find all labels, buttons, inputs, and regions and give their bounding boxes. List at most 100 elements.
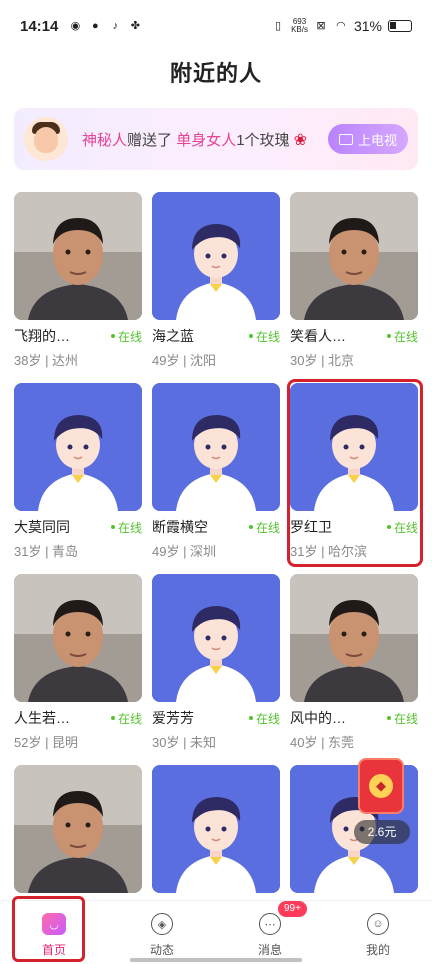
- person-name: 大莫同同: [14, 519, 70, 535]
- profile-icon: ☺: [367, 913, 389, 935]
- person-age-city: 31岁 | 哈尔滨: [290, 544, 368, 559]
- online-status: 在线: [387, 710, 418, 727]
- online-status: 在线: [387, 519, 418, 536]
- online-status: 在线: [249, 710, 280, 727]
- person-photo: [290, 192, 418, 320]
- tv-icon: [338, 133, 353, 145]
- gift-message: 神秘人赠送了 单身女人1个玫瑰 ❀: [82, 129, 307, 150]
- default-avatar: [290, 383, 418, 511]
- person-age-city: 49岁 | 深圳: [152, 544, 217, 559]
- compass-icon: ◈: [151, 913, 173, 935]
- nav-feed[interactable]: ◈ 动态: [108, 901, 216, 964]
- on-tv-button[interactable]: 上电视: [328, 124, 408, 154]
- rose-icon: ❀: [293, 131, 307, 149]
- default-avatar: [152, 383, 280, 511]
- person-card[interactable]: 飞翔的… 在线 38岁 | 达州: [14, 192, 142, 368]
- net-speed-unit: KB/s: [291, 25, 308, 34]
- person-name-row: 飞翔的… 在线: [14, 326, 142, 346]
- weibo-icon: ◉: [70, 19, 81, 32]
- nav-messages[interactable]: ⋯ 99+ 消息: [216, 901, 324, 964]
- person-age-city: 38岁 | 达州: [14, 353, 79, 368]
- online-status: 在线: [249, 519, 280, 536]
- default-avatar-illustration: [14, 383, 142, 511]
- user-photo: [14, 192, 142, 320]
- gift-item: 1个玫瑰: [236, 131, 290, 149]
- person-photo: [14, 574, 142, 702]
- chat-icon: ⋯: [259, 913, 281, 935]
- person-name: 人生若…: [14, 710, 70, 726]
- default-avatar: [14, 383, 142, 511]
- person-photo: [290, 574, 418, 702]
- person-card[interactable]: 人生若… 在线 52岁 | 昆明: [14, 574, 142, 750]
- person-name-row: 人生若… 在线: [14, 708, 142, 728]
- user-photo: [14, 765, 142, 893]
- home-indicator: [130, 958, 302, 962]
- person-name-row: 断霞横空 在线: [152, 517, 280, 537]
- user-photo: [290, 192, 418, 320]
- nav-home-label: 首页: [41, 943, 66, 957]
- person-name: 风中的…: [290, 710, 346, 726]
- person-name: 断霞横空: [152, 519, 208, 535]
- gift-verb: 赠送了: [127, 131, 173, 149]
- home-icon: ◡: [42, 913, 66, 935]
- default-avatar-illustration: [152, 192, 280, 320]
- nav-me-label: 我的: [365, 943, 390, 957]
- red-packet-icon: ◆: [369, 774, 393, 798]
- gift-sender: 神秘人: [82, 131, 128, 149]
- person-card[interactable]: 罗红卫 在线 31岁 | 哈尔滨: [287, 379, 423, 567]
- person-age-city: 49岁 | 沈阳: [152, 353, 217, 368]
- nav-messages-label: 消息: [257, 943, 282, 957]
- default-avatar-illustration: [290, 383, 418, 511]
- bottom-nav: ◡ 首页 ◈ 动态 ⋯ 99+ 消息 ☺ 我的: [0, 900, 432, 964]
- gift-banner[interactable]: 神秘人赠送了 单身女人1个玫瑰 ❀ 上电视: [14, 108, 418, 170]
- default-avatar: [152, 765, 280, 893]
- person-age-city: 30岁 | 北京: [290, 353, 355, 368]
- reward-amount[interactable]: 2.6元: [354, 820, 410, 844]
- default-avatar: [152, 192, 280, 320]
- default-avatar: [152, 574, 280, 702]
- user-photo: [14, 574, 142, 702]
- person-card[interactable]: 笑看人… 在线 30岁 | 北京: [290, 192, 418, 368]
- default-avatar-illustration: [152, 765, 280, 893]
- gift-receiver: 单身女人: [176, 131, 237, 149]
- online-status: 在线: [111, 328, 142, 345]
- page-title: 附近的人: [169, 61, 262, 86]
- person-name-row: 风中的… 在线: [290, 708, 418, 728]
- status-time: 14:14: [20, 17, 59, 35]
- person-name-row: 罗红卫 在线: [290, 517, 418, 537]
- person-photo: [14, 765, 142, 893]
- net-speed: 693 KB/s: [291, 18, 308, 34]
- battery-percent: 31%: [353, 18, 382, 34]
- user-photo: [290, 574, 418, 702]
- status-left: 14:14 ◉ ● ♪ ✤: [20, 18, 142, 35]
- person-name-row: 笑看人… 在线: [290, 326, 418, 346]
- person-age-city: 30岁 | 未知: [152, 735, 217, 750]
- person-card[interactable]: 风中的… 在线 40岁 | 东莞: [290, 574, 418, 750]
- mystery-user-avatar: [24, 117, 68, 161]
- person-card[interactable]: 大莫同同 在线 31岁 | 青岛: [14, 383, 142, 559]
- tiktok-icon: ♪: [112, 19, 119, 32]
- default-avatar-illustration: [152, 574, 280, 702]
- person-age-city: 31岁 | 青岛: [14, 544, 79, 559]
- person-name-row: 爱芳芳 在线: [152, 708, 280, 728]
- person-name: 罗红卫: [290, 519, 332, 535]
- status-bar: 14:14 ◉ ● ♪ ✤ ▯ 693 KB/s ⊠ ◠ 31%: [0, 0, 432, 52]
- online-status: 在线: [249, 328, 280, 345]
- person-card[interactable]: 断霞横空 在线 49岁 | 深圳: [152, 383, 280, 559]
- bulb-icon: ●: [92, 19, 99, 32]
- nav-feed-label: 动态: [149, 943, 174, 957]
- no-sim-icon: ⊠: [316, 19, 326, 32]
- red-packet-button[interactable]: ◆: [358, 758, 404, 814]
- unread-badge: 99+: [278, 901, 307, 917]
- nav-me[interactable]: ☺ 我的: [324, 901, 432, 964]
- default-avatar-illustration: [152, 383, 280, 511]
- person-name-row: 海之蓝 在线: [152, 326, 280, 346]
- person-age-city: 52岁 | 昆明: [14, 735, 79, 750]
- wifi-icon: ◠: [336, 19, 346, 32]
- online-status: 在线: [111, 710, 142, 727]
- person-card[interactable]: 海之蓝 在线 49岁 | 沈阳: [152, 192, 280, 368]
- person-name: 海之蓝: [152, 328, 194, 344]
- nav-home[interactable]: ◡ 首页: [0, 901, 108, 964]
- person-name: 爱芳芳: [152, 710, 194, 726]
- person-card[interactable]: 爱芳芳 在线 30岁 | 未知: [152, 574, 280, 750]
